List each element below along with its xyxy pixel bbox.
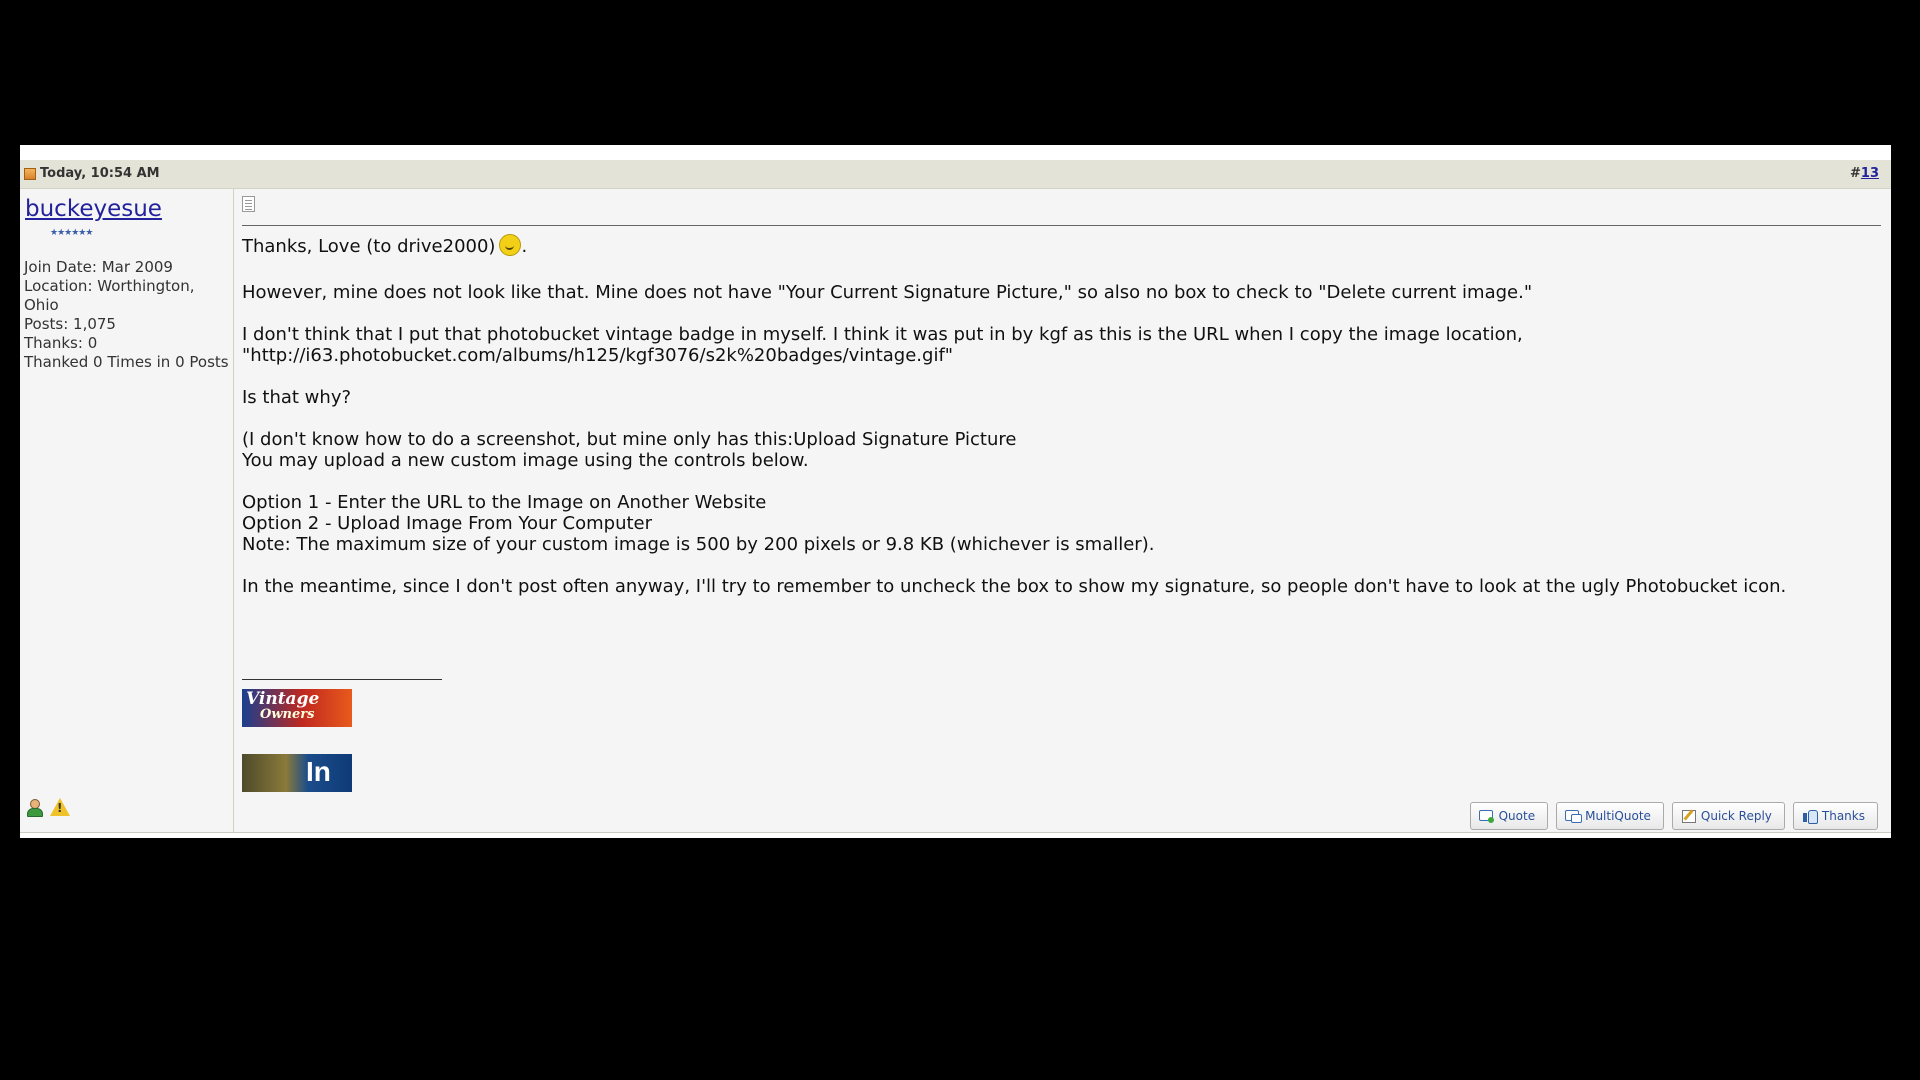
thumbs-up-icon	[1802, 809, 1818, 824]
post-header: Today, 10:54 AM #13	[20, 160, 1891, 189]
message-text: Thanks, Love (to drive2000)	[242, 236, 496, 257]
multiquote-icon	[1565, 809, 1583, 823]
post-number-prefix: #	[1850, 166, 1861, 181]
post-date-text: Today, 10:54 AM	[40, 166, 160, 181]
thanked-count: Thanked 0 Times in 0 Posts	[24, 353, 229, 371]
title-divider	[242, 225, 1881, 226]
quote-button[interactable]: Quote	[1469, 802, 1549, 830]
report-post-icon[interactable]	[50, 798, 70, 816]
post-number: #13	[1850, 166, 1879, 181]
message-paragraph: I don't think that I put that photobucke…	[242, 324, 1523, 345]
message-paragraph: Note: The maximum size of your custom im…	[242, 534, 1155, 555]
user-info-panel: buckeyesue ★★★★★★ Join Date: Mar 2009 Lo…	[20, 188, 234, 832]
forum-post: Today, 10:54 AM #13 buckeyesue ★★★★★★ Jo…	[20, 145, 1891, 838]
username-link[interactable]: buckeyesue	[25, 196, 162, 222]
message-paragraph: "http://i63.photobucket.com/albums/h125/…	[242, 345, 954, 366]
user-rank-stars: ★★★★★★	[50, 228, 93, 238]
smiley-icon	[499, 234, 522, 256]
post-date: Today, 10:54 AM	[24, 166, 160, 181]
signature-banner-image: In M	[242, 754, 352, 792]
user-online-icon[interactable]	[25, 798, 43, 817]
message-paragraph: You may upload a new custom image using …	[242, 450, 809, 471]
signature-banner-text: In M	[306, 756, 331, 792]
post-status-icon	[24, 167, 36, 180]
quote-icon	[1478, 809, 1495, 823]
post-icon	[242, 196, 255, 212]
post-message: Thanks, Love (to drive2000). However, mi…	[242, 234, 1881, 597]
thanks-count: Thanks: 0	[24, 334, 98, 352]
quick-reply-button[interactable]: Quick Reply	[1671, 802, 1785, 830]
post-number-link[interactable]: 13	[1861, 166, 1879, 181]
quick-reply-icon	[1681, 809, 1697, 823]
thanks-button[interactable]: Thanks	[1792, 802, 1878, 830]
thanks-button-label: Thanks	[1821, 809, 1865, 823]
multiquote-button-label: MultiQuote	[1585, 809, 1651, 823]
quick-reply-button-label: Quick Reply	[1700, 809, 1772, 823]
vintage-badge-image: Vintage Owners	[242, 689, 352, 727]
user-stats: Join Date: Mar 2009 Location: Worthingto…	[24, 258, 229, 372]
message-paragraph: Option 1 - Enter the URL to the Image on…	[242, 492, 767, 513]
message-paragraph: In the meantime, since I don't post ofte…	[242, 576, 1787, 597]
message-paragraph: (I don't know how to do a screenshot, bu…	[242, 429, 1017, 450]
message-paragraph: However, mine does not look like that. M…	[242, 282, 1533, 303]
post-action-buttons: Quote MultiQuote Quick Reply Thanks	[1469, 802, 1878, 830]
user-icons	[25, 798, 70, 817]
post-body: Today, 10:54 AM #13 buckeyesue ★★★★★★ Jo…	[20, 160, 1891, 833]
message-text: .	[521, 236, 528, 257]
message-paragraph: Is that why?	[242, 387, 352, 408]
message-paragraph: Option 2 - Upload Image From Your Comput…	[242, 513, 653, 534]
quote-button-label: Quote	[1498, 809, 1536, 823]
message-paragraph: Thanks, Love (to drive2000).	[242, 234, 1881, 257]
post-count: Posts: 1,075	[24, 315, 116, 333]
post-content: Thanks, Love (to drive2000). However, mi…	[242, 188, 1881, 832]
location: Location: Worthington, Ohio	[24, 277, 195, 314]
signature-divider	[242, 679, 442, 680]
join-date: Join Date: Mar 2009	[24, 258, 173, 276]
vintage-badge-subtext: Owners	[260, 707, 315, 722]
vintage-badge-text: Vintage	[246, 689, 320, 709]
multiquote-button[interactable]: MultiQuote	[1556, 802, 1664, 830]
